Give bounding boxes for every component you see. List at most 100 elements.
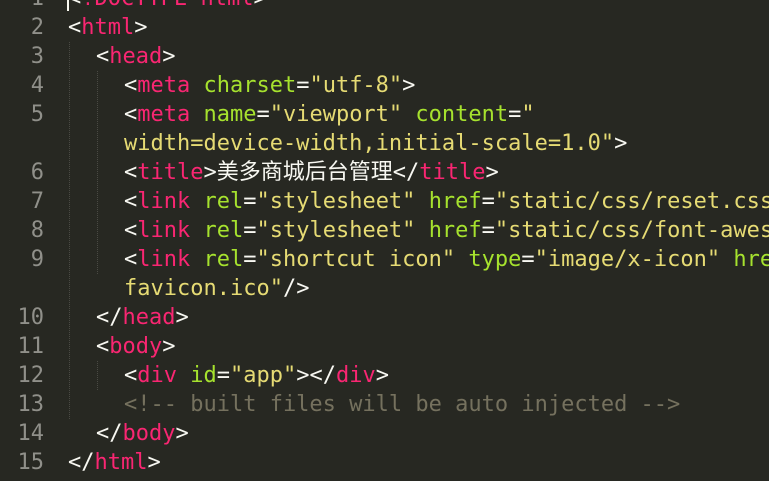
code-token: rel — [203, 189, 244, 214]
code-token: > — [375, 363, 389, 388]
code-token: = — [481, 218, 495, 243]
code-token: > — [175, 421, 189, 446]
code-token: "shortcut icon" — [256, 247, 456, 272]
code-line[interactable]: <html> — [68, 13, 147, 42]
code-token: > — [162, 334, 176, 359]
code-line[interactable]: <!-- built files will be auto injected -… — [124, 390, 680, 419]
code-token: content — [415, 102, 509, 127]
code-token: = — [243, 189, 257, 214]
code-token: "stylesheet" — [256, 218, 416, 243]
code-token: link — [137, 247, 191, 272]
code-token: "static/css/reset.css"> — [494, 189, 769, 214]
code-token: rel — [203, 218, 244, 243]
code-line[interactable]: <div id="app"></div> — [124, 361, 389, 390]
code-line[interactable]: </body> — [96, 419, 189, 448]
code-token: </ — [392, 160, 420, 185]
code-token: " — [521, 102, 535, 127]
code-token: name — [203, 102, 257, 127]
code-editor[interactable]: 123456789101112131415 <!DOCTYPE html><ht… — [0, 0, 769, 481]
code-token: = — [216, 363, 230, 388]
code-token: </ — [96, 305, 123, 330]
code-token: "app" — [230, 363, 297, 388]
code-token: charset — [203, 73, 297, 98]
code-token: favicon.ico" — [124, 276, 283, 301]
code-token: head — [109, 44, 163, 69]
code-line[interactable]: </html> — [68, 448, 161, 477]
code-token: < — [124, 247, 138, 272]
indent-guide — [97, 361, 98, 390]
code-line[interactable]: <link rel="shortcut icon" type="image/x-… — [124, 245, 769, 274]
code-token: <!-- built files will be auto injected -… — [124, 392, 681, 417]
code-token: type — [468, 247, 522, 272]
code-token: body — [122, 421, 176, 446]
code-token: < — [124, 102, 138, 127]
code-line[interactable]: <body> — [96, 332, 175, 361]
code-token: html — [81, 15, 135, 40]
code-token: < — [68, 15, 82, 40]
code-token: = — [481, 189, 495, 214]
code-token: > — [485, 160, 499, 185]
code-line[interactable]: <link rel="stylesheet" href="static/css/… — [124, 187, 769, 216]
code-token: > — [175, 305, 189, 330]
code-line[interactable]: favicon.ico"/> — [124, 274, 309, 303]
code-token: body — [109, 334, 163, 359]
code-token: = — [256, 102, 270, 127]
code-line[interactable]: width=device-width,initial-scale=1.0"> — [124, 129, 627, 158]
code-token: </ — [96, 421, 123, 446]
code-token: < — [124, 160, 138, 185]
code-token: meta — [137, 102, 191, 127]
code-line[interactable]: <link rel="stylesheet" href="static/css/… — [124, 216, 769, 245]
code-token: = — [243, 247, 257, 272]
code-token: "utf-8" — [309, 73, 403, 98]
code-token: html — [94, 450, 148, 475]
code-token: 美多商城后台管理 — [216, 160, 393, 185]
code-token: "static/css/font-awesome.min.css"> — [494, 218, 769, 243]
code-token: = — [508, 102, 522, 127]
code-token: id — [190, 363, 217, 388]
code-token: !DOCTYPE html — [81, 0, 253, 11]
code-token: width=device-width,initial-scale=1.0" — [124, 131, 615, 156]
code-line[interactable]: <meta name="viewport" content=" — [124, 100, 535, 129]
code-token: "stylesheet" — [256, 189, 416, 214]
code-token: </ — [68, 450, 95, 475]
code-line[interactable]: </head> — [96, 303, 189, 332]
code-line[interactable]: <meta charset="utf-8"> — [124, 71, 415, 100]
code-token: head — [122, 305, 176, 330]
code-token: href — [733, 247, 769, 272]
code-token: "viewport" — [269, 102, 403, 127]
code-token: < — [96, 44, 110, 69]
code-token: = — [521, 247, 535, 272]
code-token: < — [124, 189, 138, 214]
code-token: = — [296, 73, 310, 98]
code-token: link — [137, 218, 191, 243]
code-token: > — [134, 15, 148, 40]
code-line[interactable]: <title>美多商城后台管理</title> — [124, 158, 499, 187]
code-token: title — [137, 160, 204, 185]
code-area[interactable]: <!DOCTYPE html><html><head><meta charset… — [0, 0, 769, 481]
code-token: = — [243, 218, 257, 243]
code-token: < — [124, 363, 138, 388]
code-line[interactable]: <!DOCTYPE html> — [68, 0, 267, 13]
code-token: div — [335, 363, 376, 388]
code-token: href — [428, 218, 482, 243]
code-line[interactable]: <head> — [96, 42, 175, 71]
code-token: < — [124, 218, 138, 243]
code-token: "image/x-icon" — [534, 247, 721, 272]
code-token: ></ — [296, 363, 336, 388]
code-token: link — [137, 189, 191, 214]
code-token: > — [203, 160, 217, 185]
code-token: < — [124, 73, 138, 98]
code-token: > — [402, 73, 416, 98]
indent-guide — [69, 42, 70, 419]
code-token: rel — [203, 247, 244, 272]
code-token: title — [419, 160, 486, 185]
